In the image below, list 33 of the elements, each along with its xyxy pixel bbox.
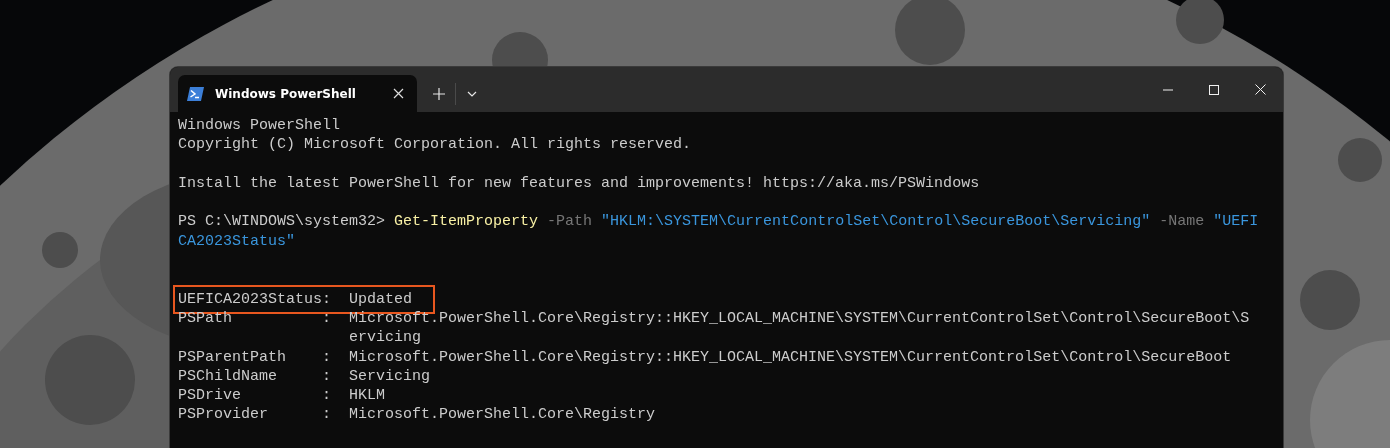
property-name: PSProvider [178,405,269,425]
separator: : [322,347,333,367]
property-value: Servicing [349,366,431,387]
property-value: Microsoft.PowerShell.Core\Registry::HKEY_LOCAL_MACHINE\SYSTEM\CurrentControlSet\Control\SecureBoot\S [349,308,1250,329]
property-name: PSPath [178,308,233,329]
property-name: PSDrive [178,386,242,406]
property-value: HKLM [349,386,386,406]
tab-title: Windows PowerShell [215,86,357,101]
property-value: ervicing [349,328,423,348]
property-value: Updated [349,289,413,309]
close-icon [392,88,404,99]
chevron-down-icon [467,90,477,97]
plus-icon [433,87,445,100]
maximize-icon [1209,84,1219,95]
console-line: Copyright (C) Microsoft Corporation. All rights reserved. [178,135,692,155]
property-value: Microsoft.PowerShell.Core\Registry::HKEY_LOCAL_MACHINE\SYSTEM\CurrentControlSet\Control\SecureBoot [349,347,1232,367]
terminal-tab[interactable]: Windows PowerShell [178,75,417,112]
separator: : [322,386,333,406]
separator: : [322,405,333,425]
separator: : [322,289,333,309]
property-name: PSParentPath [178,347,288,367]
console-line: CA2023Status" [178,231,296,252]
property-name: PSChildName [178,366,279,387]
console-line: Windows PowerShell [178,116,341,136]
separator: : [322,366,333,387]
separator: : [322,308,333,329]
property-value: Microsoft.PowerShell.Core\Registry [349,405,656,425]
property-name: UEFICA2023Status [178,289,322,309]
close-icon [1254,84,1266,95]
powershell-icon [187,86,204,101]
console-line: Install the latest PowerShell for new features and improvements! https://aka.ms/PSWindows [178,173,980,194]
minimize-icon [1163,88,1173,91]
console-line: PS C:\WINDOWS\system32> Get-ItemProperty -Path "HKLM:\SYSTEM\CurrentControlSet\Control\SecureBoot\Servicing" -Name "UEFI [178,212,1259,232]
